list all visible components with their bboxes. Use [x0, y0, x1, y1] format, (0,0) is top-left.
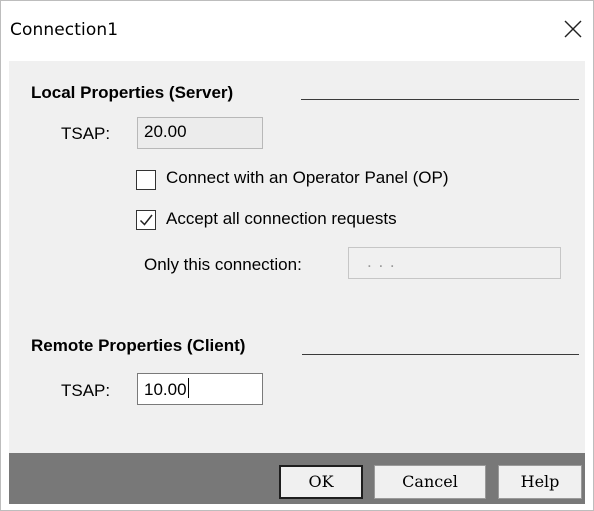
only-connection-label: Only this connection:: [144, 255, 302, 274]
local-tsap-field[interactable]: 20.00: [137, 117, 263, 149]
checkmark-icon: [139, 214, 153, 226]
remote-properties-header: Remote Properties (Client): [31, 336, 246, 355]
help-button[interactable]: Help: [498, 465, 582, 499]
remote-tsap-label: TSAP:: [61, 381, 111, 400]
connection-dialog: Connection1 Local Properties (Server) TS…: [0, 0, 594, 511]
accept-all-checkbox[interactable]: [136, 210, 156, 230]
local-properties-divider: [301, 99, 579, 100]
remote-properties-divider: [302, 354, 579, 355]
accept-all-label[interactable]: Accept all connection requests: [166, 209, 397, 229]
op-checkbox[interactable]: [136, 170, 156, 190]
only-connection-value: . . .: [367, 252, 396, 271]
only-connection-field[interactable]: . . .: [348, 247, 561, 279]
text-cursor: [187, 378, 189, 398]
op-checkbox-label[interactable]: Connect with an Operator Panel (OP): [166, 168, 449, 188]
window-title: Connection1: [10, 20, 119, 40]
dialog-body: Local Properties (Server) TSAP: 20.00 Co…: [9, 61, 585, 453]
local-properties-header: Local Properties (Server): [31, 83, 234, 102]
button-bar: OK Cancel Help: [9, 453, 585, 504]
local-tsap-label: TSAP:: [61, 124, 111, 143]
remote-tsap-value: 10.00: [144, 380, 187, 399]
remote-tsap-field[interactable]: 10.00: [137, 373, 263, 405]
cancel-button[interactable]: Cancel: [374, 465, 486, 499]
close-icon: [564, 20, 582, 38]
ok-button[interactable]: OK: [279, 465, 363, 499]
close-button[interactable]: [561, 17, 585, 41]
title-bar[interactable]: Connection1: [1, 1, 593, 61]
